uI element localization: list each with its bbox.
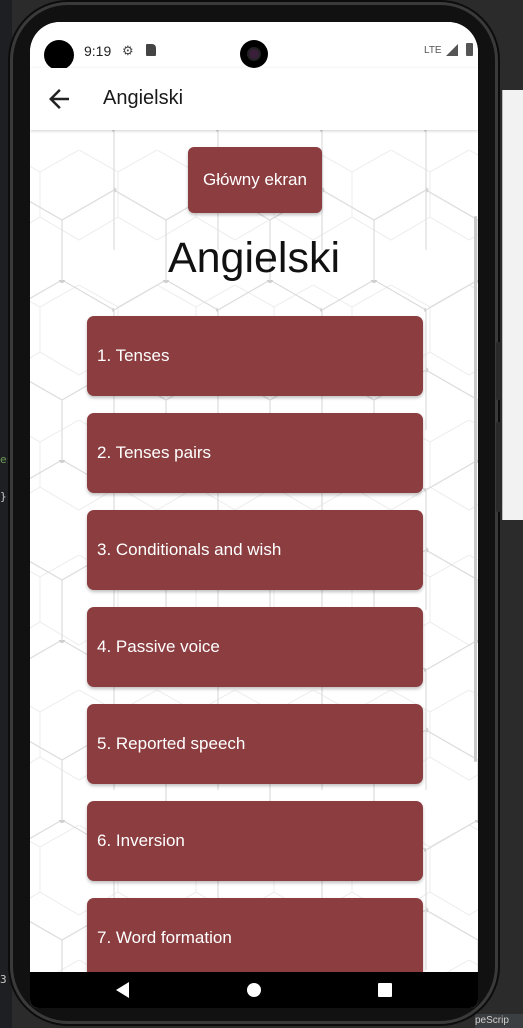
topic-button-tenses-pairs[interactable]: 2. Tenses pairs: [87, 413, 423, 493]
main-content[interactable]: Główny ekran Angielski 1. Tenses 2. Tens…: [30, 130, 478, 972]
app-bar: Angielski: [30, 68, 478, 130]
status-time: 9:19: [84, 43, 112, 59]
signal-icon: [446, 44, 458, 56]
page-title: Angielski: [167, 234, 341, 282]
topic-button-reported-speech[interactable]: 5. Reported speech: [87, 704, 423, 784]
back-triangle-icon[interactable]: [116, 982, 129, 998]
topic-button-inversion[interactable]: 6. Inversion: [87, 801, 423, 881]
network-type: LTE: [424, 45, 442, 56]
scrollbar[interactable]: [474, 216, 477, 762]
home-circle-icon[interactable]: [247, 983, 261, 997]
phone-frame: 9:19 ⚙ LTE Angielski Główny ekran Angiel…: [10, 2, 502, 1024]
system-nav-bar: [30, 972, 478, 1008]
punch-hole: [44, 40, 74, 70]
phone-screen: 9:19 ⚙ LTE Angielski Główny ekran Angiel…: [30, 22, 478, 1008]
ide-side-panel: [502, 90, 523, 520]
ide-code-fragment: 3: [0, 973, 7, 986]
recents-square-icon[interactable]: [378, 983, 392, 997]
topic-button-word-formation[interactable]: 7. Word formation: [87, 898, 423, 972]
power-button: [496, 422, 502, 512]
front-camera: [240, 40, 268, 68]
app-bar-title: Angielski: [103, 87, 184, 109]
back-button[interactable]: [44, 84, 74, 114]
topic-button-conditionals[interactable]: 3. Conditionals and wish: [87, 510, 423, 590]
battery-icon: [466, 43, 473, 56]
settings-gear-icon: ⚙: [122, 43, 134, 58]
status-bar: 9:19 ⚙ LTE: [30, 22, 478, 70]
arrow-left-icon: [49, 89, 69, 109]
topic-list: 1. Tenses 2. Tenses pairs 3. Conditional…: [87, 316, 423, 972]
volume-button: [496, 342, 502, 400]
home-screen-button[interactable]: Główny ekran: [188, 147, 322, 213]
topic-button-passive-voice[interactable]: 4. Passive voice: [87, 607, 423, 687]
sim-card-icon: [146, 44, 156, 56]
topic-button-tenses[interactable]: 1. Tenses: [87, 316, 423, 396]
ide-status-text: peScrip: [475, 1014, 523, 1028]
